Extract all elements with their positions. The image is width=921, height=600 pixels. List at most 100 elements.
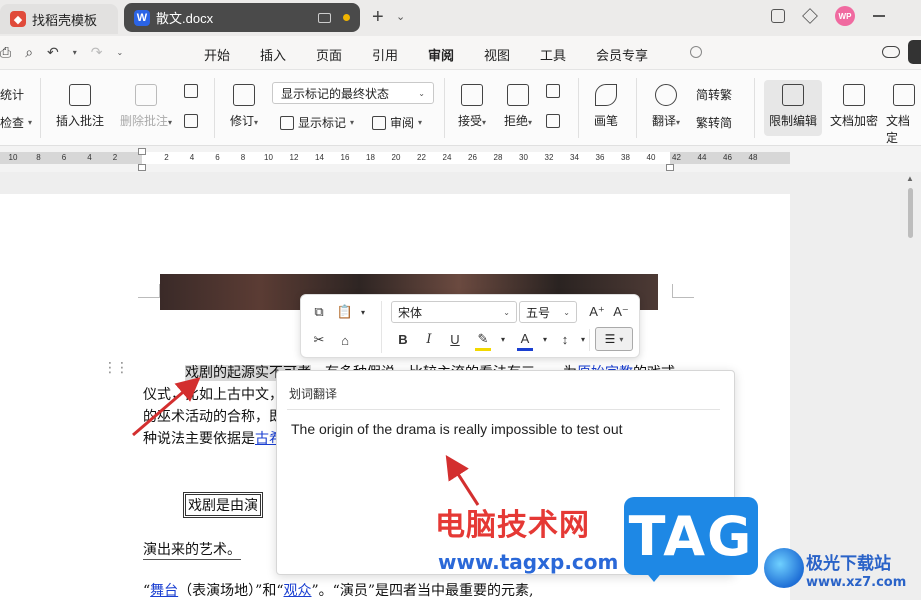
paragraph-line-4[interactable]: 种说法主要依据是古希 — [143, 428, 283, 448]
hyperlink[interactable]: 观众 — [284, 583, 312, 599]
boxed-text[interactable]: 戏剧是由演 — [183, 492, 263, 518]
redo-icon[interactable]: ↷ — [91, 44, 103, 61]
ruler-tick-label: 28 — [493, 153, 503, 162]
print-icon[interactable]: ⎙ — [0, 44, 11, 61]
delete-comment-label: 删除批注▾ — [119, 114, 173, 128]
show-markup-icon — [280, 115, 294, 130]
bold-button[interactable]: B — [395, 331, 411, 347]
search-icon[interactable] — [690, 46, 702, 58]
font-color-icon: A — [520, 330, 530, 346]
font-size-value: 五号 — [526, 305, 551, 320]
ruler-tick-label: 22 — [417, 153, 426, 162]
insert-comment-button[interactable]: 插入批注 — [56, 84, 104, 129]
watermark-tag-logo: TAG — [624, 497, 758, 575]
revise-button[interactable]: 修订▾ — [224, 84, 264, 129]
menu-review[interactable]: 审阅 — [428, 45, 455, 73]
menu-member[interactable]: 会员专享 — [596, 45, 648, 64]
vertical-scrollbar[interactable]: ▲ — [906, 172, 916, 600]
menu-page[interactable]: 页面 — [316, 45, 342, 64]
finalize-document-button[interactable]: 文档定 — [886, 84, 921, 146]
new-tab-button[interactable]: + — [372, 6, 384, 29]
undo-chevron-icon[interactable]: ▾ — [73, 48, 77, 57]
check-button[interactable]: 检查 ▾ — [0, 114, 32, 131]
line-spacing-icon[interactable]: ↕ — [557, 331, 573, 347]
menu-references[interactable]: 引用 — [372, 45, 398, 64]
left-indent-marker[interactable] — [138, 164, 146, 171]
tab-list-chevron-icon[interactable]: ⌄ — [396, 10, 405, 23]
scroll-up-icon[interactable]: ▲ — [906, 174, 914, 183]
drag-handle-icon[interactable]: ⋮⋮ — [103, 360, 129, 374]
menu-insert[interactable]: 插入 — [260, 45, 286, 64]
ruler-left-margin — [0, 152, 142, 164]
format-painter-icon[interactable]: ⌂ — [337, 332, 353, 348]
review-pane-button[interactable]: 审阅 ▾ — [372, 114, 422, 131]
menu-view[interactable]: 视图 — [484, 45, 510, 64]
markup-display-dropdown[interactable]: 显示标记的最终状态 ⌄ — [272, 82, 434, 104]
review-pane-label: 审阅 — [390, 116, 415, 130]
right-indent-marker[interactable] — [666, 164, 674, 171]
avatar[interactable]: WP — [835, 6, 855, 26]
encrypt-document-button[interactable]: 文档加密 — [826, 84, 882, 129]
cloud-icon[interactable] — [882, 46, 900, 58]
traditional-to-simplified-button[interactable]: 繁转简 — [696, 114, 732, 131]
shrink-font-icon[interactable]: A⁻ — [613, 304, 629, 320]
next-change-button[interactable] — [546, 114, 560, 128]
next-comment-button[interactable] — [184, 114, 198, 128]
prev-comment-button[interactable] — [184, 84, 198, 98]
word-count-button[interactable]: 统计 — [0, 86, 24, 103]
layout-icon[interactable] — [771, 9, 785, 23]
font-color-chevron-icon[interactable]: ▾ — [537, 331, 553, 347]
hyperlink[interactable]: 舞台 — [150, 583, 178, 599]
first-indent-marker[interactable] — [138, 148, 146, 155]
undo-icon[interactable]: ↶ — [47, 44, 59, 61]
ruler-tick-label: 16 — [340, 153, 350, 162]
minimize-icon[interactable] — [873, 15, 885, 17]
copy-icon[interactable]: ⧉ — [311, 304, 327, 320]
show-markup-label: 显示标记 — [298, 116, 347, 130]
paragraph-line-2[interactable]: 仪式，比如上古中文， — [143, 384, 283, 404]
show-markup-button[interactable]: 显示标记 ▾ — [280, 114, 354, 131]
scrollbar-thumb[interactable] — [908, 188, 913, 238]
print-preview-icon[interactable]: ⌕ — [25, 44, 33, 61]
add-comment-icon — [69, 84, 91, 106]
menu-tools[interactable]: 工具 — [540, 45, 566, 64]
highlight-color-button[interactable]: ✎ — [475, 331, 491, 347]
grow-font-icon[interactable]: A⁺ — [589, 304, 605, 320]
cut-icon[interactable]: ✂ — [311, 332, 327, 348]
pen-button[interactable]: 画笔 — [590, 84, 622, 129]
ruler-tick-label: 20 — [391, 153, 401, 162]
underline-button[interactable]: U — [447, 331, 463, 347]
horizontal-ruler[interactable]: 10 8 6 4 2 2 4 6 8 10 12 14 16 18 20 22 24 26 28 30 32 34 36 38… — [0, 146, 921, 172]
highlight-chevron-icon[interactable]: ▾ — [495, 331, 511, 347]
italic-button[interactable]: I — [421, 331, 437, 347]
divider — [636, 78, 637, 138]
font-size-select[interactable]: 五号 ⌄ — [519, 301, 577, 323]
delete-comment-button[interactable]: 删除批注▾ — [116, 84, 176, 129]
paste-icon[interactable]: 📋 — [337, 304, 353, 320]
paragraph-line-3[interactable]: 的巫术活动的合称，即 — [143, 406, 283, 426]
tab-document[interactable]: W 散文.docx — [124, 3, 360, 32]
quick-access-toolbar: ⎙ ⌕ ↶ ▾ ↷ ⌄ — [0, 44, 123, 61]
ruler-tick-label: 44 — [697, 153, 707, 162]
simplified-to-traditional-button[interactable]: 简转繁 — [696, 86, 732, 103]
cube-icon[interactable] — [802, 8, 818, 24]
paragraph-line-6[interactable]: 演出来的艺术。 — [143, 539, 241, 560]
translate-button[interactable]: 翻译▾ — [646, 84, 686, 129]
accept-button[interactable]: 接受▾ — [454, 84, 490, 129]
font-color-swatch — [517, 348, 533, 351]
paragraph-line-7[interactable]: “舞台（表演场地）”和“观众”。“演员”是四者当中最重要的元素, — [143, 580, 533, 600]
reject-button[interactable]: 拒绝▾ — [500, 84, 536, 129]
tab-home[interactable]: ◆ 找稻壳模板 — [0, 4, 118, 34]
finalize-document-label: 文档定 — [886, 114, 911, 145]
share-icon[interactable] — [908, 40, 921, 64]
align-button[interactable]: ☰ ▾ — [595, 327, 633, 351]
menu-home[interactable]: 开始 — [204, 45, 230, 64]
ruler-tick-label: 8 — [240, 153, 246, 162]
monitor-icon[interactable] — [318, 12, 331, 23]
font-family-select[interactable]: 宋体 ⌄ — [391, 301, 517, 323]
prev-change-button[interactable] — [546, 84, 560, 98]
restrict-editing-button[interactable]: 限制编辑 — [764, 80, 822, 136]
font-color-button[interactable]: A — [517, 330, 533, 346]
more-chevron-icon[interactable]: ⌄ — [117, 48, 124, 57]
paste-chevron-icon[interactable]: ▾ — [355, 304, 371, 320]
